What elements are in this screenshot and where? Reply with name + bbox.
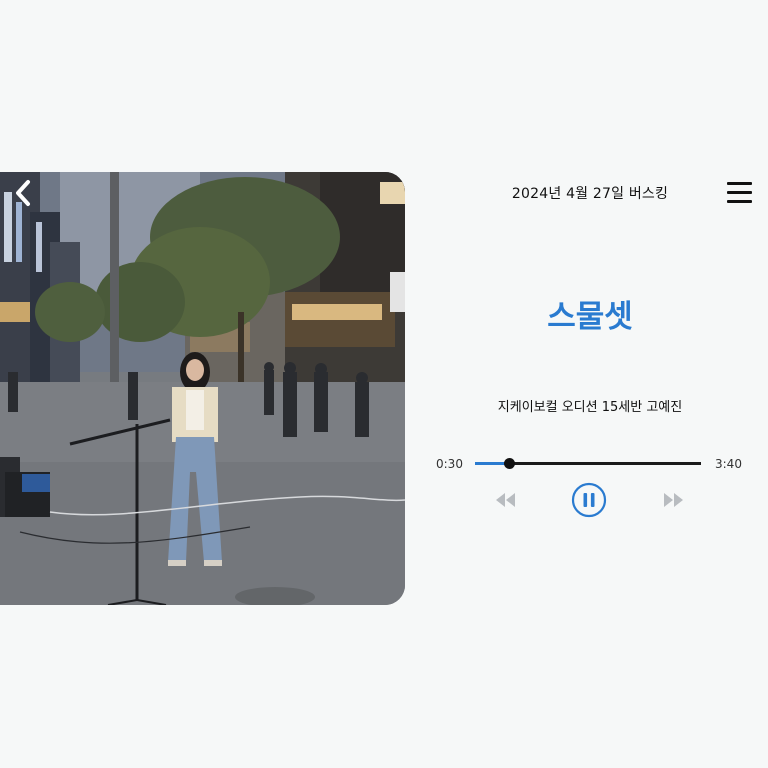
chevron-left-icon: [16, 180, 30, 206]
back-button[interactable]: [8, 176, 38, 210]
song-title: 스물셋: [547, 299, 633, 335]
page-title: 2024년 4월 27일 버스킹: [511, 186, 669, 202]
fast-forward-button[interactable]: [661, 491, 685, 509]
pause-button[interactable]: [571, 482, 607, 518]
music-player-page: 2024년 4월 27일 버스킹 스물셋 지케이보컬 오디션 15세반 고예진 …: [0, 0, 768, 768]
pause-icon: [571, 482, 607, 518]
total-time: 3:40: [715, 457, 742, 471]
song-subtitle: 지케이보컬 오디션 15세반 고예진: [497, 400, 683, 415]
progress-knob[interactable]: [503, 458, 515, 469]
current-time: 0:30: [436, 457, 463, 471]
rewind-icon: [496, 493, 515, 507]
menu-button[interactable]: [727, 181, 753, 205]
rewind-button[interactable]: [494, 491, 518, 509]
progress-bar[interactable]: [475, 458, 701, 469]
performance-photo: [0, 172, 405, 605]
fast-forward-icon: [664, 493, 683, 507]
